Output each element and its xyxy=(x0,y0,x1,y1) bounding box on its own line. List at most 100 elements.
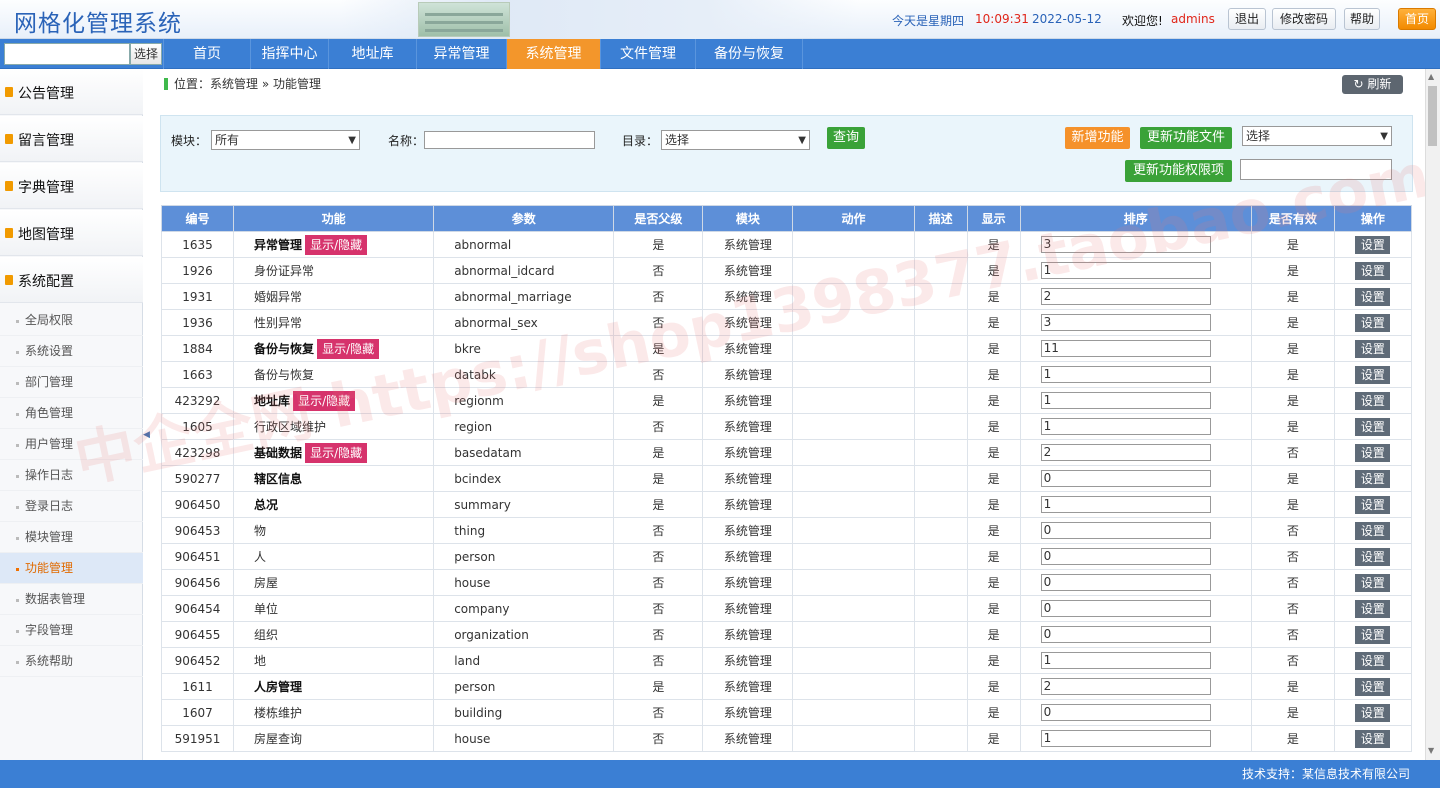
update-permission-button[interactable]: 更新功能权限项 xyxy=(1125,160,1232,182)
order-input[interactable]: 2 xyxy=(1040,288,1211,305)
sidebar-item-departments[interactable]: 部门管理 xyxy=(0,367,143,398)
order-input[interactable]: 0 xyxy=(1040,522,1211,539)
sidebar-item-operation-log[interactable]: 操作日志 xyxy=(0,460,143,491)
nav-item-home[interactable]: 首页 xyxy=(163,39,251,69)
nav-item-address[interactable]: 地址库 xyxy=(329,39,417,69)
function-name: 性别异常 xyxy=(254,316,303,330)
permission-input[interactable] xyxy=(1240,159,1392,180)
set-button[interactable]: 设置 xyxy=(1355,339,1391,358)
sidebar-group-dictionary[interactable]: 字典管理 xyxy=(0,163,143,209)
help-button[interactable]: 帮助 xyxy=(1344,8,1380,30)
set-button[interactable]: 设置 xyxy=(1355,651,1391,670)
scrollbar[interactable] xyxy=(1425,69,1440,760)
home-button[interactable]: 首页 xyxy=(1398,8,1436,30)
update-select[interactable]: 选择 ▼ xyxy=(1242,126,1392,146)
sidebar-group-message[interactable]: 留言管理 xyxy=(0,116,143,162)
query-button[interactable]: 查询 xyxy=(827,127,865,149)
order-input[interactable]: 2 xyxy=(1040,444,1211,461)
sidebar-group-config[interactable]: 系统配置 xyxy=(0,257,143,303)
username: admins xyxy=(1171,12,1215,26)
nav-item-command-center[interactable]: 指挥中心 xyxy=(251,39,329,69)
nav-item-backup[interactable]: 备份与恢复 xyxy=(696,39,803,69)
set-button[interactable]: 设置 xyxy=(1355,443,1391,462)
set-button[interactable]: 设置 xyxy=(1355,391,1391,410)
welcome-text: 欢迎您! xyxy=(1122,14,1163,28)
set-button[interactable]: 设置 xyxy=(1355,729,1391,748)
module-value: 系统管理 xyxy=(723,628,772,642)
sidebar-item-help[interactable]: 系统帮助 xyxy=(0,646,143,677)
refresh-button[interactable]: ↻ 刷新 xyxy=(1342,75,1403,94)
set-button[interactable]: 设置 xyxy=(1355,703,1391,722)
nav-item-files[interactable]: 文件管理 xyxy=(601,39,696,69)
dir-select[interactable]: 选择 ▼ xyxy=(661,130,810,150)
order-input[interactable]: 0 xyxy=(1040,600,1211,617)
sidebar-item-settings[interactable]: 系统设置 xyxy=(0,336,143,367)
order-input[interactable]: 1 xyxy=(1040,392,1211,409)
sidebar-group-map[interactable]: 地图管理 xyxy=(0,210,143,256)
set-button[interactable]: 设置 xyxy=(1355,365,1391,384)
set-button[interactable]: 设置 xyxy=(1355,547,1391,566)
sidebar-item-functions[interactable]: 功能管理 xyxy=(0,553,143,584)
set-button[interactable]: 设置 xyxy=(1355,469,1391,488)
sidebar-collapse-icon[interactable]: ◀ xyxy=(143,420,150,450)
module-value: 系统管理 xyxy=(723,472,772,486)
logout-button[interactable]: 退出 xyxy=(1228,8,1266,30)
sidebar-item-roles[interactable]: 角色管理 xyxy=(0,398,143,429)
order-input[interactable]: 2 xyxy=(1040,678,1211,695)
nav-search-button[interactable]: 选择 xyxy=(130,43,162,65)
order-input[interactable]: 0 xyxy=(1040,548,1211,565)
order-input[interactable]: 1 xyxy=(1040,496,1211,513)
order-input[interactable]: 1 xyxy=(1040,652,1211,669)
nav-item-system[interactable]: 系统管理 xyxy=(507,39,601,69)
sidebar-item-global-permission[interactable]: 全局权限 xyxy=(0,305,143,336)
set-button[interactable]: 设置 xyxy=(1355,573,1391,592)
set-button[interactable]: 设置 xyxy=(1355,261,1391,280)
scroll-down-icon[interactable]: ▼ xyxy=(1428,746,1434,755)
name-input[interactable] xyxy=(424,131,595,149)
order-input[interactable]: 11 xyxy=(1040,340,1211,357)
set-button[interactable]: 设置 xyxy=(1355,287,1391,306)
order-input[interactable]: 1 xyxy=(1040,730,1211,747)
sidebar-item-tables[interactable]: 数据表管理 xyxy=(0,584,143,615)
order-input[interactable]: 3 xyxy=(1040,236,1211,253)
dir-select-value: 选择 xyxy=(665,133,690,147)
sidebar-item-users[interactable]: 用户管理 xyxy=(0,429,143,460)
set-button[interactable]: 设置 xyxy=(1355,599,1391,618)
order-input[interactable]: 0 xyxy=(1040,704,1211,721)
nav-search-input[interactable] xyxy=(4,43,130,65)
change-password-button[interactable]: 修改密码 xyxy=(1272,8,1336,30)
toggle-visibility-button[interactable]: 显示/隐藏 xyxy=(293,390,356,411)
add-function-button[interactable]: 新增功能 xyxy=(1065,127,1130,149)
param-value: house xyxy=(454,731,491,746)
set-button[interactable]: 设置 xyxy=(1355,417,1391,436)
valid-value: 否 xyxy=(1286,602,1299,616)
update-files-button[interactable]: 更新功能文件 xyxy=(1140,127,1232,149)
column-header: 编号 xyxy=(161,205,235,232)
sidebar-group-notice[interactable]: 公告管理 xyxy=(0,69,143,115)
set-button[interactable]: 设置 xyxy=(1355,677,1391,696)
module-value: 系统管理 xyxy=(723,524,772,538)
order-input[interactable]: 1 xyxy=(1040,418,1211,435)
nav-item-abnormal[interactable]: 异常管理 xyxy=(417,39,507,69)
module-value: 系统管理 xyxy=(723,238,772,252)
order-input[interactable]: 0 xyxy=(1040,470,1211,487)
order-input[interactable]: 0 xyxy=(1040,626,1211,643)
set-button[interactable]: 设置 xyxy=(1355,521,1391,540)
order-input[interactable]: 1 xyxy=(1040,366,1211,383)
scrollbar-thumb[interactable] xyxy=(1428,86,1437,146)
set-button[interactable]: 设置 xyxy=(1355,235,1391,254)
order-input[interactable]: 1 xyxy=(1040,262,1211,279)
scroll-up-icon[interactable]: ▲ xyxy=(1428,72,1434,81)
set-button[interactable]: 设置 xyxy=(1355,495,1391,514)
set-button[interactable]: 设置 xyxy=(1355,625,1391,644)
toggle-visibility-button[interactable]: 显示/隐藏 xyxy=(317,338,380,359)
toggle-visibility-button[interactable]: 显示/隐藏 xyxy=(305,234,368,255)
sidebar-item-modules[interactable]: 模块管理 xyxy=(0,522,143,553)
set-button[interactable]: 设置 xyxy=(1355,313,1391,332)
toggle-visibility-button[interactable]: 显示/隐藏 xyxy=(305,442,368,463)
order-input[interactable]: 0 xyxy=(1040,574,1211,591)
sidebar-item-login-log[interactable]: 登录日志 xyxy=(0,491,143,522)
module-select[interactable]: 所有 ▼ xyxy=(211,130,360,150)
order-input[interactable]: 3 xyxy=(1040,314,1211,331)
sidebar-item-fields[interactable]: 字段管理 xyxy=(0,615,143,646)
